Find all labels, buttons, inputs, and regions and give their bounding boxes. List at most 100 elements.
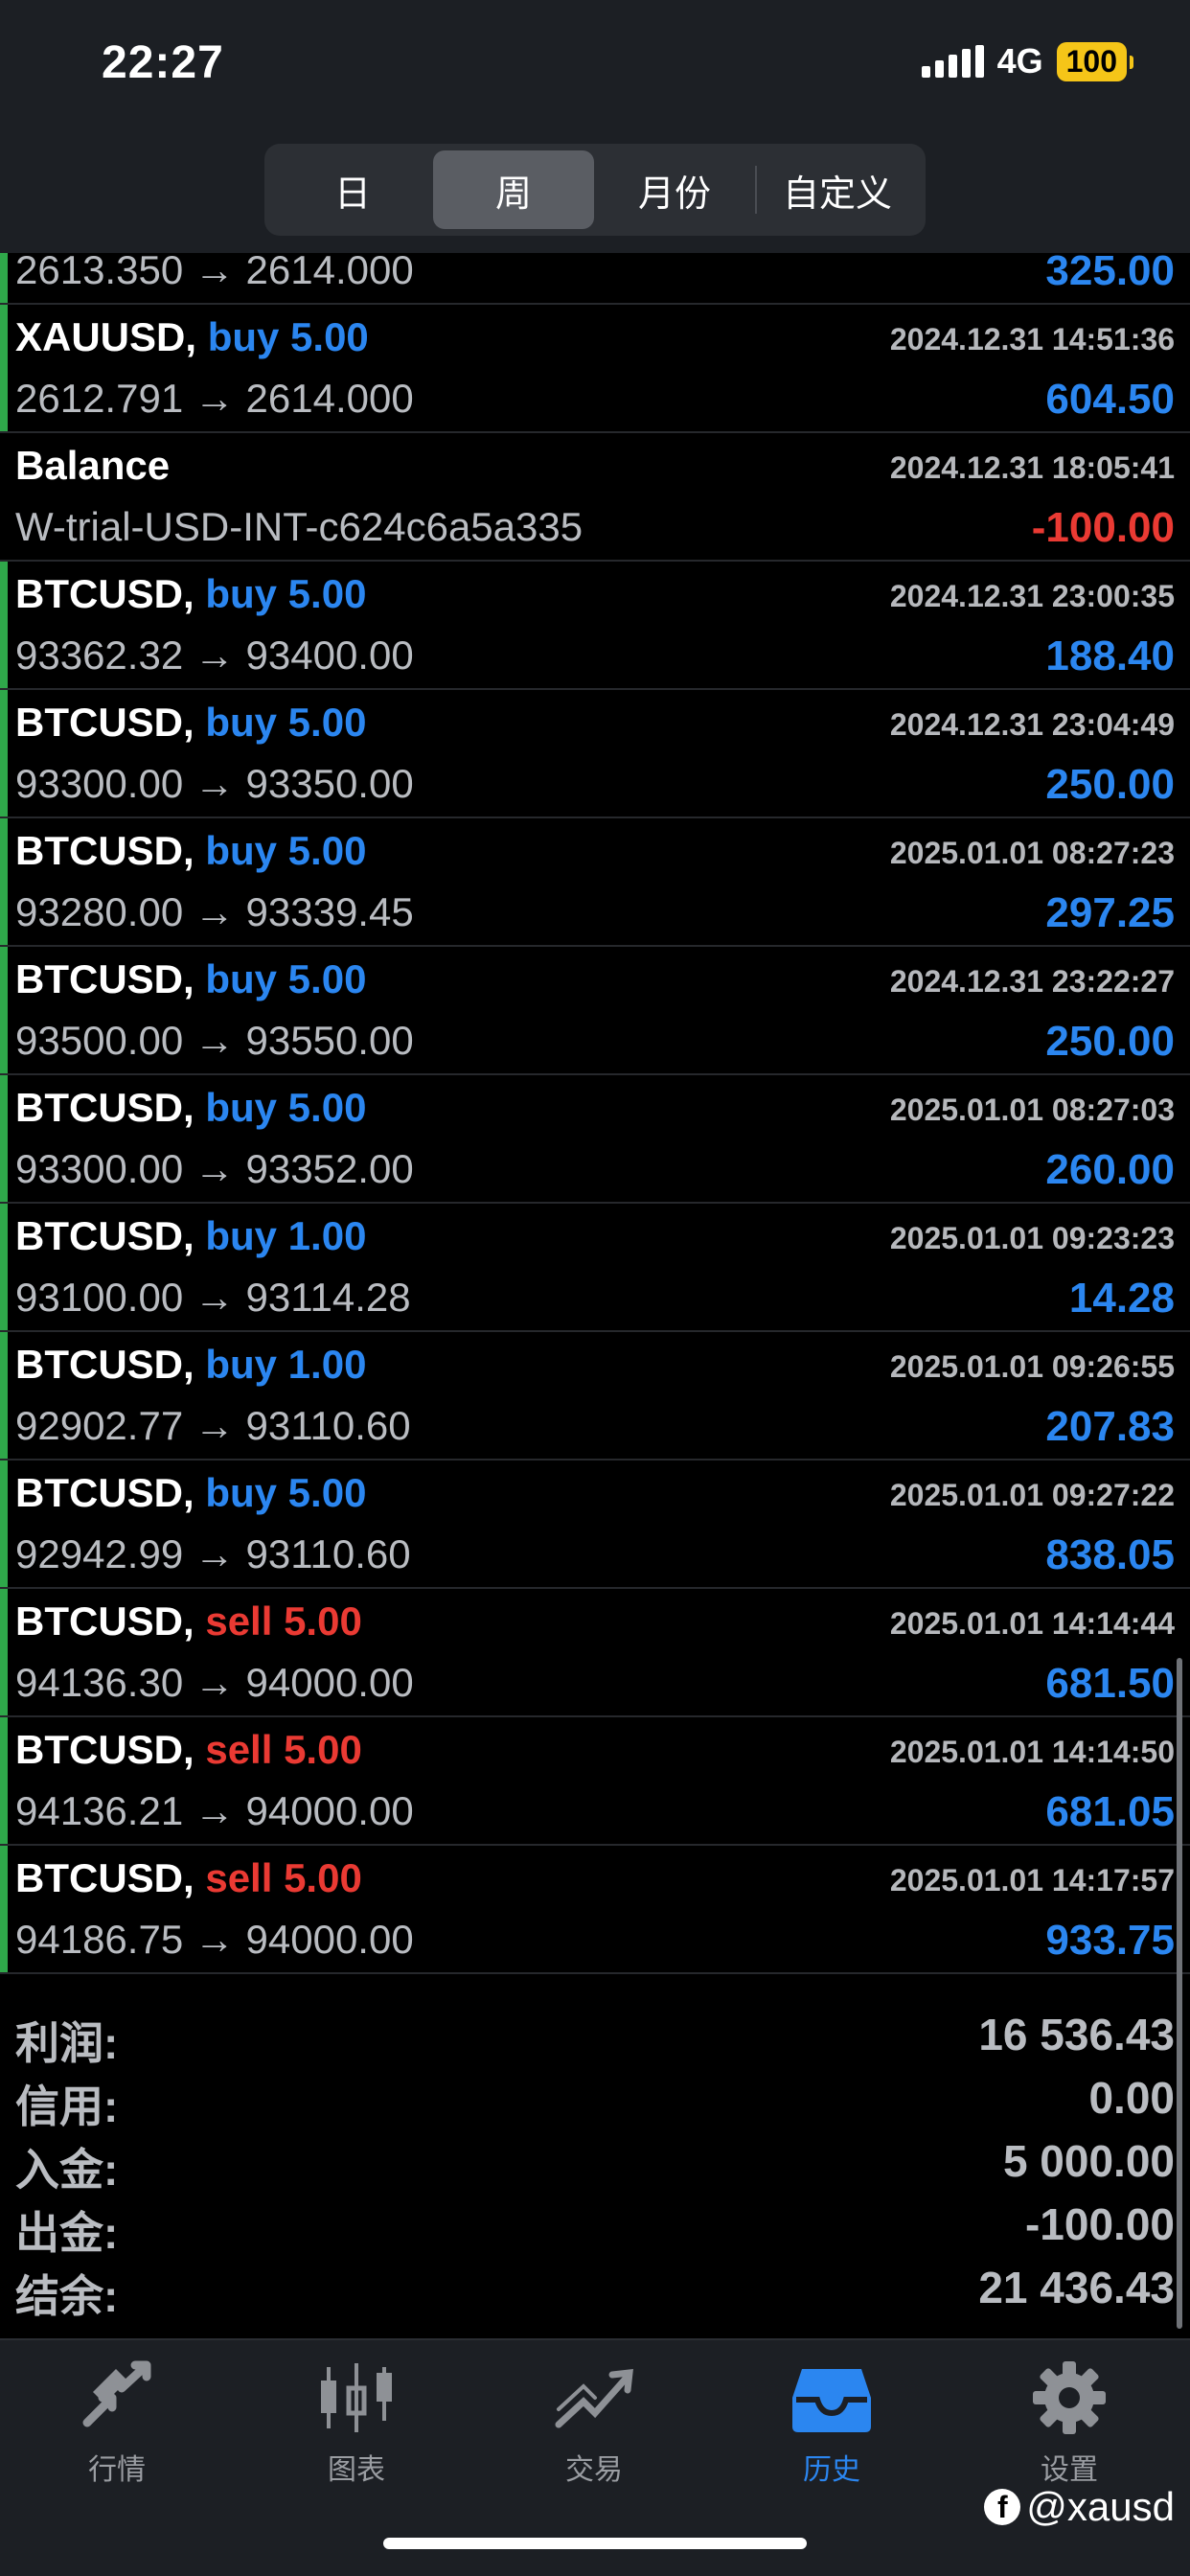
symbol-name: XAUUSD, (15, 314, 197, 359)
symbol-line: XAUUSD, buy 5.00 (15, 314, 369, 360)
symbol-line: BTCUSD, sell 5.00 (15, 1727, 362, 1773)
list-item[interactable]: BTCUSD, buy 5.00 2025.01.01 08:27:03 93300… (0, 1075, 1190, 1204)
trade-side: buy 5.00 (205, 956, 367, 1001)
symbol-name: BTCUSD, (15, 956, 195, 1001)
symbol-line: BTCUSD, buy 5.00 (15, 571, 366, 617)
quotes-arrows-icon (82, 2360, 151, 2427)
price-range: 94136.21 → 94000.00 (15, 1788, 414, 1833)
list-item[interactable]: BTCUSD, buy 5.00 2024.12.31 23:22:27 93500… (0, 947, 1190, 1075)
symbol-line: BTCUSD, buy 5.00 (15, 700, 366, 746)
account-summary: 利润: 16 536.43 信用: 0.00 入金: 5 000.00 出金: … (0, 2003, 1190, 2321)
list-item[interactable]: BTCUSD, sell 5.00 2025.01.01 14:14:50 9413… (0, 1717, 1190, 1846)
summary-profit: 利润: 16 536.43 (0, 2003, 1190, 2068)
symbol-line: Balance (15, 443, 170, 489)
profit-value: 681.05 (1045, 1788, 1175, 1835)
price-range: 93100.00 → 93114.28 (15, 1275, 411, 1320)
trade-side: buy 5.00 (207, 314, 369, 359)
summary-label: 利润: (15, 2018, 119, 2068)
trade-side: sell 5.00 (205, 1855, 362, 1900)
history-list: 2613.350 → 2614.000 325.00 XAUUSD, buy 5… (0, 247, 1190, 1974)
trade-side: buy 5.00 (205, 571, 367, 616)
price-range: 92942.99 → 93110.60 (15, 1531, 411, 1576)
profit-value: 250.00 (1045, 761, 1175, 808)
list-item[interactable]: BTCUSD, sell 5.00 2025.01.01 14:14:44 9413… (0, 1589, 1190, 1717)
segment-day[interactable]: 日 (272, 150, 433, 229)
tab-label: 图表 (328, 2454, 385, 2486)
profit-value: 604.50 (1045, 376, 1175, 423)
tab-history[interactable]: 历史 (736, 2359, 927, 2503)
status-indicators: 4G 100 (921, 40, 1134, 82)
trade-datetime: 2025.01.01 14:17:57 (889, 1863, 1175, 1898)
symbol-name: BTCUSD, (15, 1855, 195, 1900)
profit-value: 188.40 (1045, 632, 1175, 679)
period-segmented-control: 日 周 月份 自定义 (264, 144, 926, 236)
trade-datetime: 2024.12.31 23:00:35 (889, 579, 1175, 613)
price-range: 2613.350 → 2614.000 (15, 247, 414, 292)
profit-value: -100.00 (1031, 504, 1175, 551)
symbol-name: BTCUSD, (15, 1342, 195, 1387)
trade-datetime: 2024.12.31 14:51:36 (889, 322, 1175, 356)
price-range: 2612.791 → 2614.000 (15, 376, 414, 421)
tab-label: 行情 (88, 2454, 146, 2486)
summary-label: 出金: (15, 2208, 119, 2258)
trade-trend-icon (555, 2369, 633, 2428)
candlestick-chart-icon (321, 2363, 392, 2432)
price-range: 92902.77 → 93110.60 (15, 1403, 411, 1448)
list-item[interactable]: BTCUSD, buy 5.00 2024.12.31 23:00:35 93362… (0, 562, 1190, 690)
tab-label: 历史 (803, 2454, 860, 2486)
signal-icon (921, 45, 984, 78)
trade-side: buy 5.00 (205, 828, 367, 873)
summary-value: 5 000.00 (1002, 2136, 1175, 2186)
summary-label: 信用: (15, 2082, 119, 2131)
list-item[interactable]: BTCUSD, buy 5.00 2024.12.31 23:04:49 93300… (0, 690, 1190, 818)
tab-label: 交易 (565, 2454, 623, 2486)
list-item[interactable]: BTCUSD, buy 1.00 2025.01.01 09:23:23 93100… (0, 1204, 1190, 1332)
summary-label: 入金: (15, 2145, 119, 2195)
segment-week[interactable]: 周 (433, 150, 594, 229)
price-range: 93500.00 → 93550.00 (15, 1018, 414, 1063)
summary-deposit: 入金: 5 000.00 (0, 2129, 1190, 2195)
tab-chart[interactable]: 图表 (261, 2359, 452, 2503)
symbol-line: BTCUSD, sell 5.00 (15, 1598, 362, 1644)
facebook-icon: f (984, 2489, 1021, 2525)
home-indicator[interactable] (383, 2538, 807, 2549)
list-item[interactable]: BTCUSD, buy 5.00 2025.01.01 09:27:22 92942… (0, 1460, 1190, 1589)
list-item[interactable]: BTCUSD, buy 5.00 2025.01.01 08:27:23 93280… (0, 818, 1190, 947)
list-item[interactable]: 2613.350 → 2614.000 325.00 (0, 247, 1190, 305)
trade-side: sell 5.00 (205, 1727, 362, 1772)
summary-value: -100.00 (1024, 2199, 1175, 2249)
trade-side: buy 5.00 (205, 1470, 367, 1515)
trade-datetime: 2025.01.01 14:14:50 (889, 1735, 1175, 1769)
tab-trade[interactable]: 交易 (498, 2359, 690, 2503)
profit-value: 297.25 (1045, 889, 1175, 936)
symbol-name: BTCUSD, (15, 1085, 195, 1130)
profit-value: 14.28 (1068, 1275, 1175, 1322)
symbol-line: BTCUSD, buy 5.00 (15, 956, 366, 1002)
trade-datetime: 2025.01.01 08:27:23 (889, 836, 1175, 870)
list-item[interactable]: BTCUSD, buy 1.00 2025.01.01 09:26:55 92902… (0, 1332, 1190, 1460)
list-item[interactable]: Balance 2024.12.31 18:05:41 W-trial-USD-IN… (0, 433, 1190, 562)
list-item[interactable]: XAUUSD, buy 5.00 2024.12.31 14:51:36 2612.… (0, 305, 1190, 433)
symbol-name: BTCUSD, (15, 1598, 195, 1644)
summary-value: 0.00 (1088, 2073, 1175, 2123)
symbol-name: BTCUSD, (15, 700, 195, 745)
summary-credit: 信用: 0.00 (0, 2066, 1190, 2131)
battery-icon: 100 (1056, 41, 1134, 81)
trade-datetime: 2025.01.01 14:14:44 (889, 1606, 1175, 1641)
price-range: 93362.32 → 93400.00 (15, 632, 414, 678)
trade-datetime: 2025.01.01 09:26:55 (889, 1349, 1175, 1384)
segment-custom[interactable]: 自定义 (757, 150, 918, 229)
summary-label: 结余: (15, 2271, 119, 2321)
tab-settings[interactable]: 设置 (973, 2359, 1165, 2503)
symbol-line: BTCUSD, buy 1.00 (15, 1213, 366, 1259)
summary-value: 21 436.43 (978, 2263, 1175, 2312)
header: 22:27 4G 100 日 周 月份 自定义 (0, 0, 1190, 253)
list-item[interactable]: BTCUSD, sell 5.00 2025.01.01 14:17:57 9418… (0, 1846, 1190, 1974)
segment-month[interactable]: 月份 (594, 150, 755, 229)
status-time: 22:27 (102, 37, 224, 88)
trade-side: buy 1.00 (205, 1342, 367, 1387)
symbol-name: BTCUSD, (15, 1470, 195, 1515)
trade-side: buy 5.00 (205, 1085, 367, 1130)
tab-quotes[interactable]: 行情 (21, 2359, 213, 2503)
summary-balance: 结余: 21 436.43 (0, 2256, 1190, 2321)
